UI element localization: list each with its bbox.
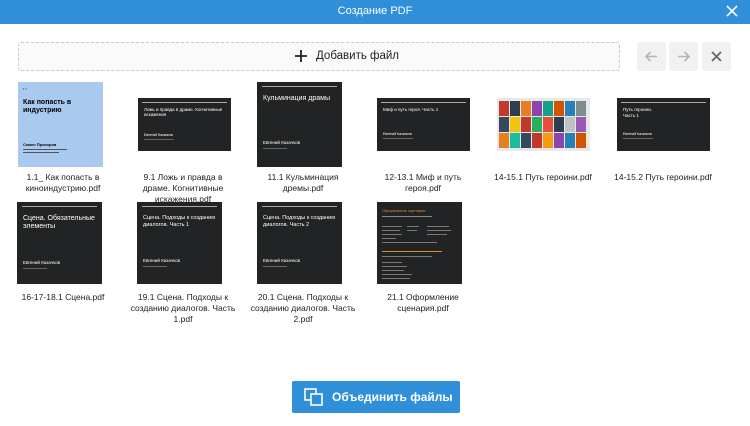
file-name: 1.1_ Как попасть в киноиндустрию.pdf xyxy=(25,172,101,193)
thumbnail-title: Путь героини. Часть 1 xyxy=(623,107,652,118)
file-item[interactable]: Путь героини. Часть 1 Евгений Казачков 1… xyxy=(610,82,716,194)
file-name: 19.1 Сцена. Подходы к созданию диалогов.… xyxy=(130,292,236,324)
thumbnail-author: Евгений Казачков xyxy=(23,260,60,265)
close-icon xyxy=(711,51,722,62)
thumbnail-author: Евгений Казачков xyxy=(263,258,300,263)
move-left-button[interactable] xyxy=(637,42,666,71)
file-thumbnail: Сцена. Подходы к созданию диалогов. Част… xyxy=(257,202,342,284)
thumbnail-title: Кульминация драмы xyxy=(263,95,331,102)
file-thumbnail: Миф и путь героя. Часть 1 Евгений Казачк… xyxy=(377,98,470,151)
thumbnail-title: Сцена. Обязательные элементы xyxy=(23,215,95,230)
file-item[interactable]: Миф и путь героя. Часть 1 Евгений Казачк… xyxy=(370,82,476,194)
window-title: Создание PDF xyxy=(337,5,413,17)
close-icon[interactable] xyxy=(724,3,740,19)
file-thumbnail: Ложь и правда в драме. Когнитивные искаж… xyxy=(138,98,231,151)
plus-icon xyxy=(295,50,307,62)
file-thumbnail: ▪ ▪ Как попасть в индустрию Семен Прохор… xyxy=(18,82,103,167)
thumbnail-title: Сцена. Подходы к созданию диалогов. Част… xyxy=(143,215,216,228)
thumbnail-title: Ложь и правда в драме. Когнитивные искаж… xyxy=(144,107,223,117)
thumbnail-author: Евгений Казачков xyxy=(383,132,412,136)
merge-icon xyxy=(304,388,323,406)
merge-files-button[interactable]: Объединить файлы xyxy=(292,381,460,413)
add-file-button[interactable]: Добавить файл xyxy=(18,42,620,71)
file-item[interactable]: Оформление сценария 21.1 Оформление сцен… xyxy=(370,202,476,313)
file-item[interactable]: Сцена. Подходы к созданию диалогов. Част… xyxy=(250,202,356,324)
file-thumbnail xyxy=(497,98,590,151)
thumbnail-title: Миф и путь героя. Часть 1 xyxy=(383,107,439,112)
file-name: 9.1 Ложь и правда в драме. Когнитивные и… xyxy=(142,172,224,204)
file-item[interactable]: Ложь и правда в драме. Когнитивные искаж… xyxy=(130,82,236,204)
arrow-right-icon xyxy=(678,51,691,62)
move-right-button[interactable] xyxy=(669,42,698,71)
thumbnail-author: Евгений Казачков xyxy=(263,140,300,145)
file-thumbnail: Кульминация драмы Евгений Казачков xyxy=(257,82,342,167)
add-file-label: Добавить файл xyxy=(316,50,400,62)
thumbnail-title: Сцена. Подходы к созданию диалогов. Част… xyxy=(263,215,336,228)
merge-files-label: Объединить файлы xyxy=(332,390,453,404)
file-name: 12-13.1 Миф и путь героя.pdf xyxy=(384,172,462,193)
file-name: 14-15.2 Путь героини.pdf xyxy=(614,172,712,182)
thumbnail-title: Как попасть в индустрию xyxy=(23,99,72,114)
file-name: 21.1 Оформление сценария.pdf xyxy=(387,292,459,313)
file-thumbnail: Сцена. Подходы к созданию диалогов. Част… xyxy=(137,202,222,284)
thumbnail-author: Семен Прохоров xyxy=(23,142,57,147)
remove-file-button[interactable] xyxy=(702,42,731,71)
thumbnail-author: Евгений Казачков xyxy=(144,133,173,137)
file-name: 11.1 Кульминация дремы.pdf xyxy=(267,172,339,193)
arrow-left-icon xyxy=(644,51,657,62)
file-item[interactable]: ▪ ▪ Как попасть в индустрию Семен Прохор… xyxy=(10,82,116,194)
file-item[interactable]: Сцена. Подходы к созданию диалогов. Част… xyxy=(130,202,236,324)
file-thumbnail: Путь героини. Часть 1 Евгений Казачков xyxy=(617,98,710,151)
file-item[interactable]: Сцена. Обязательные элементы Евгений Каз… xyxy=(10,202,116,312)
thumbnail-author: Евгений Казачков xyxy=(143,258,180,263)
file-name: 20.1 Сцена. Подходы к созданию диалогов.… xyxy=(250,292,356,324)
file-name: 16-17-18.1 Сцена.pdf xyxy=(21,292,105,302)
file-thumbnail: Сцена. Обязательные элементы Евгений Каз… xyxy=(17,202,102,284)
title-bar: Создание PDF xyxy=(0,0,750,24)
file-item[interactable]: Кульминация драмы Евгений Казачков 11.1 … xyxy=(250,82,356,194)
file-name: 14-15.1 Путь героини.pdf xyxy=(494,172,592,182)
thumbnail-author: Евгений Казачков xyxy=(623,132,652,136)
thumbnail-title: Оформление сценария xyxy=(382,208,426,213)
file-thumbnail: Оформление сценария xyxy=(377,202,462,284)
file-item[interactable]: 14-15.1 Путь героини.pdf xyxy=(490,82,596,194)
